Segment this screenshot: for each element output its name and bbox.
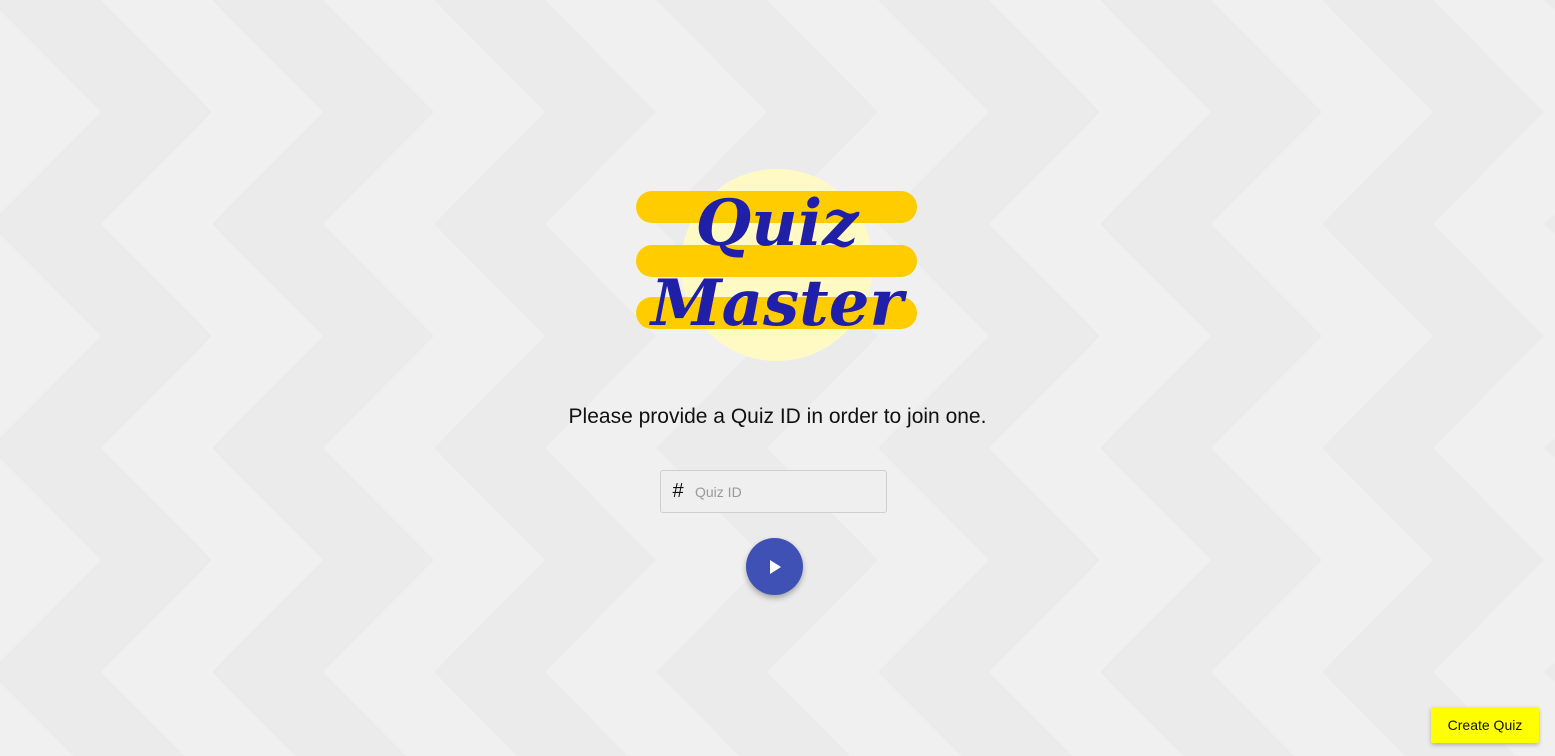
play-icon: [769, 559, 781, 574]
quiz-id-input[interactable]: [695, 483, 875, 500]
logo-text-line2: Master: [649, 266, 908, 341]
join-quiz-button[interactable]: [746, 538, 803, 595]
join-instructions: Please provide a Quiz ID in order to joi…: [568, 405, 987, 428]
hash-icon: #: [672, 480, 684, 502]
quiz-id-field[interactable]: #: [660, 470, 887, 513]
quiz-master-logo: Quiz Master: [636, 168, 918, 362]
background-chevron-pattern: [0, 0, 1555, 756]
create-quiz-button[interactable]: Create Quiz: [1431, 707, 1539, 743]
logo-text-line1: Quiz: [696, 186, 861, 261]
